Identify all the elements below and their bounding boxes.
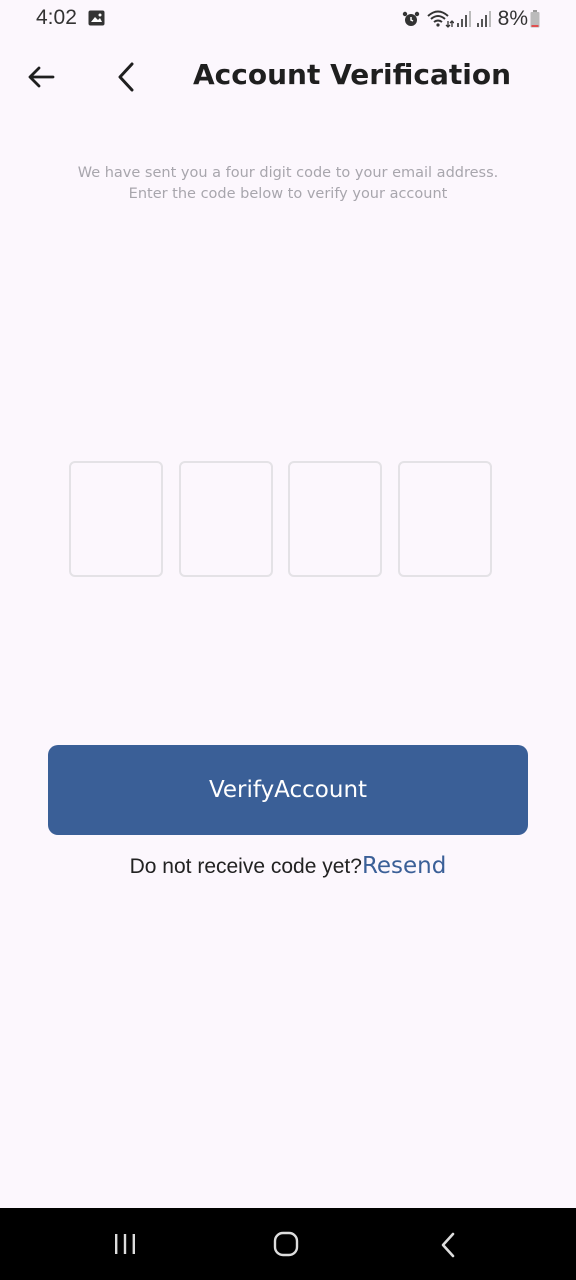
home-icon[interactable] <box>272 1231 300 1257</box>
recent-apps-icon[interactable] <box>112 1232 138 1256</box>
alarm-icon <box>402 11 419 26</box>
signal-icon-2 <box>476 11 491 27</box>
nav-back-icon[interactable] <box>436 1231 460 1259</box>
code-input-1[interactable] <box>69 461 163 577</box>
code-input-3[interactable] <box>288 461 382 577</box>
verify-button-label: VerifyAccount <box>208 777 368 803</box>
status-bar: 4:02 8% <box>0 0 576 40</box>
battery-percent: 8% <box>497 7 528 30</box>
resend-row: Do not receive code yet?Resend <box>0 853 576 879</box>
app-bar: Account Verification <box>0 44 576 110</box>
page-title: Account Verification <box>193 58 512 91</box>
status-icons: 8% <box>402 6 540 32</box>
instruction-text: We have sent you a four digit code to yo… <box>20 163 556 205</box>
signal-icon-1 <box>456 11 471 27</box>
verification-screen: 4:02 8% Account Verification We have sen… <box>0 0 576 1280</box>
instruction-line-2: Enter the code below to verify your acco… <box>128 186 448 202</box>
back-chevron-icon[interactable] <box>112 60 142 94</box>
resend-link[interactable]: Resend <box>362 853 446 879</box>
resend-prompt: Do not receive code yet? <box>129 855 362 878</box>
system-nav-bar <box>0 1208 576 1280</box>
instruction-line-1: We have sent you a four digit code to yo… <box>77 165 499 181</box>
gallery-notification-icon <box>88 10 105 26</box>
battery-icon <box>530 10 540 28</box>
code-input-2[interactable] <box>179 461 273 577</box>
verify-account-button[interactable]: VerifyAccount <box>48 745 528 835</box>
wifi-icon <box>426 10 454 28</box>
status-time: 4:02 <box>36 6 77 29</box>
code-input-4[interactable] <box>398 461 492 577</box>
back-arrow-icon[interactable] <box>26 62 56 92</box>
